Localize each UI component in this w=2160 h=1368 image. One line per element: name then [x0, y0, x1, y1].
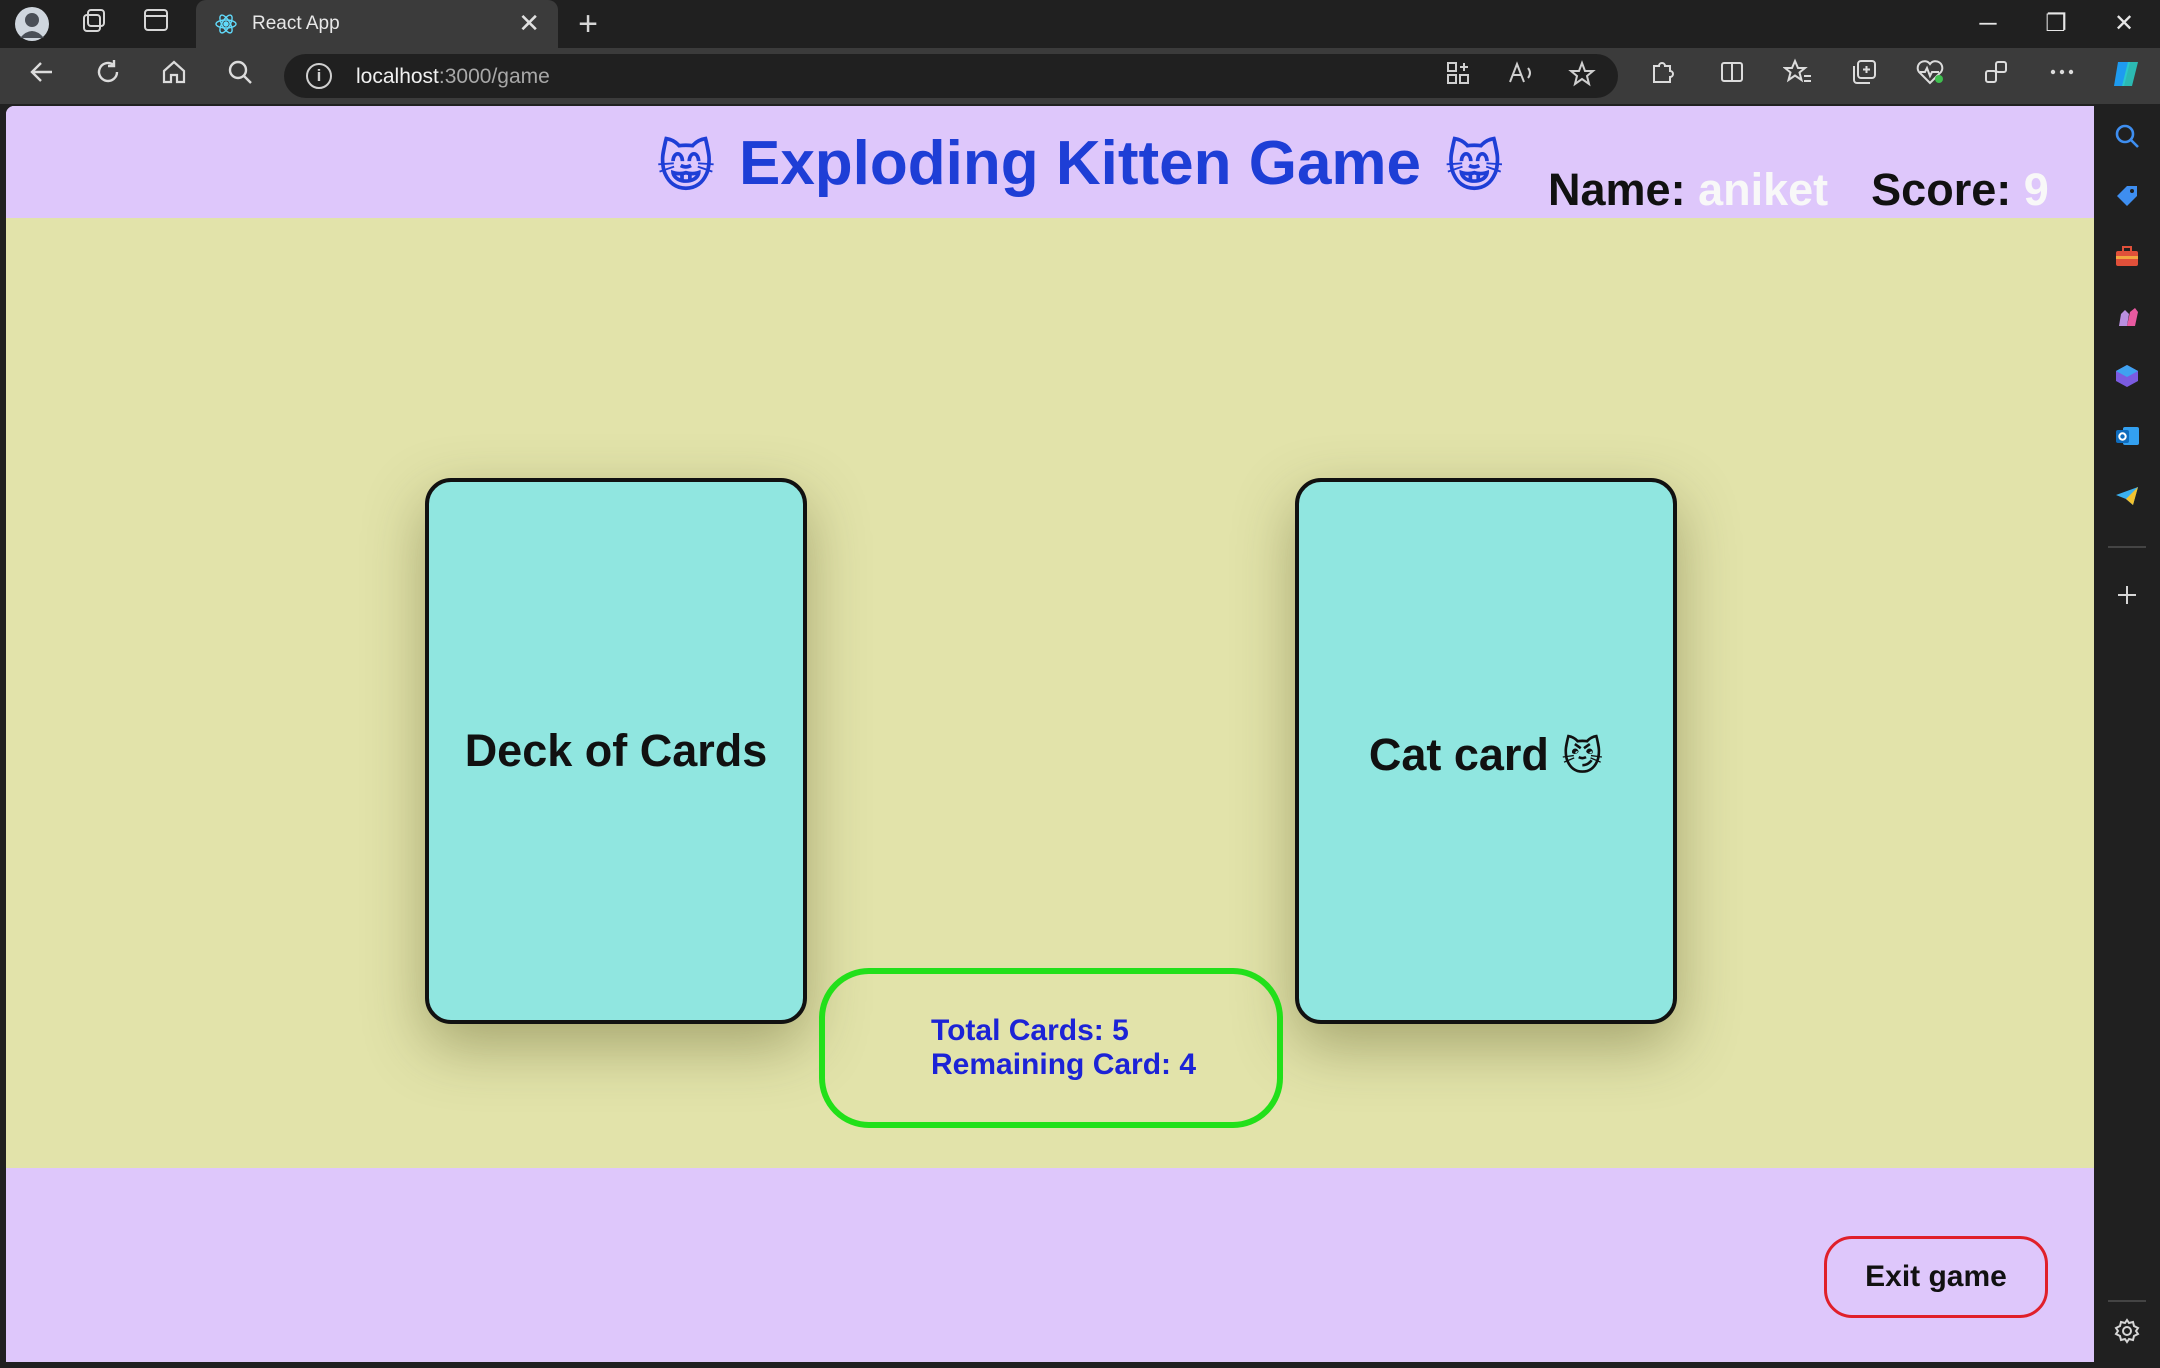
url-host: localhost [356, 65, 439, 88]
score-label: Score: [1871, 164, 2012, 215]
app-available-icon[interactable] [1442, 60, 1474, 92]
total-cards-text: Total Cards: 5 [931, 1014, 1129, 1047]
cat-face-icon: 😸 [1445, 135, 1504, 201]
drawn-card-text: Cat card [1368, 729, 1549, 780]
split-screen-icon[interactable] [1714, 58, 1750, 94]
player-info: Name: aniket Score: 9 [1548, 164, 2049, 216]
browser-essentials-icon[interactable] [1912, 58, 1948, 94]
read-aloud-icon[interactable] [1506, 60, 1538, 92]
page-title-text: Exploding Kitten Game [738, 129, 1422, 198]
browser-toolbar: i localhost:3000/game [0, 48, 2160, 104]
games-icon[interactable] [2111, 302, 2143, 334]
exit-game-button[interactable]: Exit game [1824, 1236, 2048, 1318]
new-tab-button[interactable]: + [570, 6, 606, 42]
browser-titlebar: React App ✕ + ─ ❐ ✕ [0, 0, 2160, 48]
name-label: Name: [1548, 164, 1686, 215]
telegram-icon[interactable] [2111, 482, 2143, 514]
sidebar-divider [2108, 546, 2146, 548]
address-bar[interactable]: i localhost:3000/game [284, 54, 1618, 98]
card-stats-box: Total Cards: 5 Remaining Card: 4 [819, 968, 1283, 1128]
deck-card-label: Deck of Cards [464, 725, 768, 776]
sidebar-divider [2108, 1300, 2146, 1302]
drawn-card: Cat card 😼 [1295, 478, 1677, 1024]
microsoft365-icon[interactable] [2111, 362, 2143, 394]
tab-close-icon[interactable]: ✕ [518, 8, 540, 38]
restore-button[interactable]: ❐ [2024, 0, 2088, 48]
remaining-cards-text: Remaining Card: 4 [931, 1048, 1197, 1081]
score-value: 9 [2023, 164, 2049, 215]
tools-icon[interactable] [2111, 242, 2143, 274]
profile-avatar-icon[interactable] [14, 6, 50, 42]
sidebar-search-icon[interactable] [2111, 122, 2143, 154]
cat-face-icon: 😼 [1561, 734, 1604, 780]
refresh-icon[interactable] [90, 58, 126, 94]
favorites-icon[interactable] [1780, 58, 1816, 94]
tab-title: React App [252, 13, 340, 34]
workspaces-icon[interactable] [76, 6, 112, 42]
share-icon[interactable] [1978, 58, 2014, 94]
player-name: aniket [1698, 164, 1829, 215]
search-icon[interactable] [222, 58, 258, 94]
extensions-icon[interactable] [1644, 58, 1680, 94]
url-text[interactable]: localhost:3000/game [356, 65, 550, 89]
shopping-icon[interactable] [2111, 182, 2143, 214]
cat-face-icon: 😸 [656, 135, 715, 201]
outlook-icon[interactable] [2111, 422, 2143, 454]
react-logo-icon [214, 12, 238, 36]
browser-sidebar [2094, 104, 2160, 1368]
tab-react-app[interactable]: React App ✕ [196, 0, 558, 48]
favorite-star-icon[interactable] [1566, 60, 1598, 92]
deck-card[interactable]: Deck of Cards [425, 478, 807, 1024]
url-path: :3000/game [438, 65, 550, 88]
minimize-button[interactable]: ─ [1956, 0, 2020, 48]
site-info-icon[interactable]: i [306, 63, 332, 89]
drawn-card-label: Cat card 😼 [1299, 729, 1673, 781]
add-icon[interactable] [2111, 580, 2143, 612]
copilot-icon[interactable] [2108, 58, 2144, 94]
more-icon[interactable] [2044, 58, 2080, 94]
page-viewport: Deck of Cards Cat card 😼 Total Cards: 5 … [6, 106, 2094, 1362]
close-window-button[interactable]: ✕ [2092, 0, 2156, 48]
game-footer [6, 1168, 2094, 1362]
back-icon[interactable] [24, 58, 60, 94]
home-icon[interactable] [156, 58, 192, 94]
settings-icon[interactable] [2111, 1318, 2143, 1350]
window-bottom-edge [0, 1362, 2160, 1368]
collections-icon[interactable] [1846, 58, 1882, 94]
tab-actions-icon[interactable] [138, 6, 174, 42]
